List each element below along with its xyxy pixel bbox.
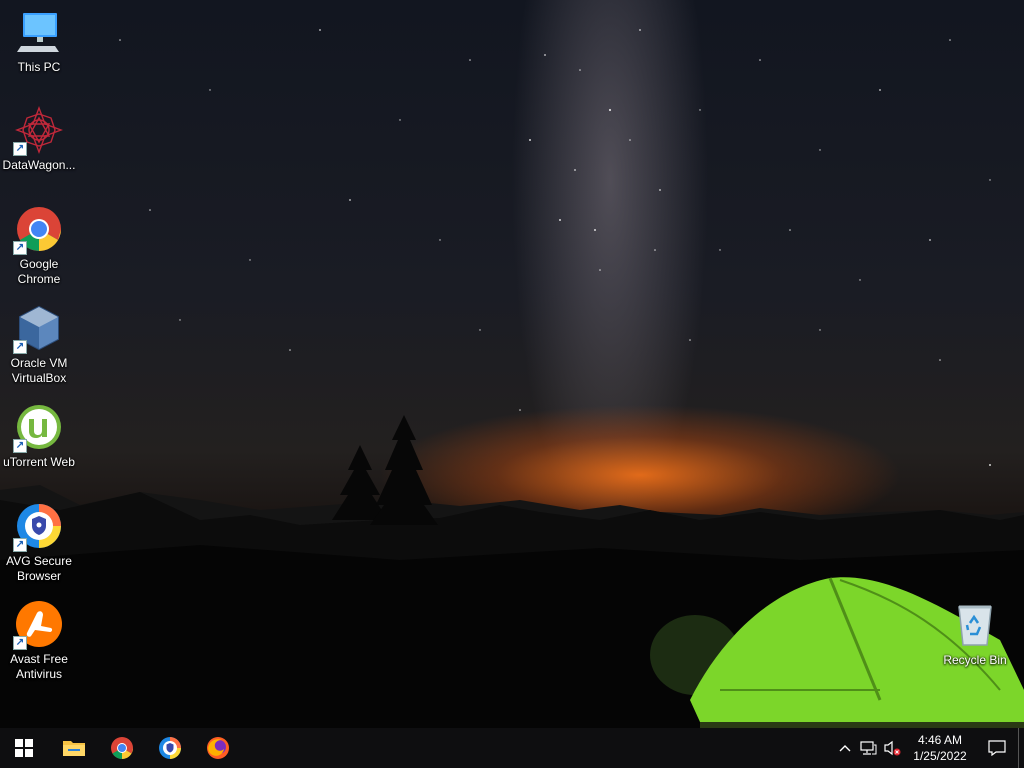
desktop-icon-label: Avast Free Antivirus [10,652,68,681]
chevron-up-icon [839,745,851,752]
desktop[interactable]: This PC ↗ DataWagon... ↗ Google Chrome ↗… [0,0,1024,728]
taskbar-firefox[interactable] [194,728,242,768]
computer-icon [15,8,63,56]
taskbar-avg-browser[interactable] [146,728,194,768]
desktop-icon-label: uTorrent Web [3,455,75,469]
chrome-icon [111,737,133,759]
system-tray: 4:46 AM 1/25/2022 [834,728,1024,768]
network-icon [860,741,877,755]
windows-icon [15,739,33,757]
utorrent-icon: ↗ [13,403,63,453]
desktop-icon-avast-free-antivirus[interactable]: ↗ Avast Free Antivirus [0,600,78,682]
desktop-icon-label: AVG Secure Browser [6,554,72,583]
start-button[interactable] [0,728,48,768]
shortcut-arrow-icon: ↗ [13,142,27,156]
desktop-icon-datawagon[interactable]: ↗ DataWagon... [0,106,78,173]
virtualbox-icon: ↗ [13,304,63,354]
folder-icon [63,741,85,756]
datawagon-icon: ↗ [13,106,63,156]
shortcut-arrow-icon: ↗ [13,636,27,650]
clock-time: 4:46 AM [917,733,962,747]
wallpaper-landscape [0,415,1024,728]
desktop-icon-google-chrome[interactable]: ↗ Google Chrome [0,205,78,287]
desktop-icon-utorrent-web[interactable]: ↗ uTorrent Web [0,403,78,470]
clock-date: 1/25/2022 [913,749,967,763]
shortcut-arrow-icon: ↗ [13,241,27,255]
desktop-icon-label: Recycle Bin [943,653,1007,667]
volume-muted-icon [884,740,901,756]
shortcut-arrow-icon: ↗ [13,538,27,552]
desktop-icon-oracle-virtualbox[interactable]: ↗ Oracle VM VirtualBox [0,304,78,386]
desktop-icon-label: Oracle VM VirtualBox [10,356,68,385]
shortcut-arrow-icon: ↗ [13,439,27,453]
avg-browser-icon [159,737,181,759]
recycle-bin-icon [951,601,999,649]
firefox-icon [207,737,229,759]
show-desktop-button[interactable] [1018,728,1024,768]
avg-browser-icon: ↗ [13,502,63,552]
desktop-icon-label: This PC [17,60,61,74]
notification-icon [988,740,1006,756]
chrome-icon: ↗ [13,205,63,255]
taskbar-file-explorer[interactable] [50,728,98,768]
desktop-icon-this-pc[interactable]: This PC [0,8,78,75]
shortcut-arrow-icon: ↗ [13,340,27,354]
show-hidden-icons-button[interactable] [834,728,856,768]
avast-icon: ↗ [13,600,63,650]
taskbar-chrome[interactable] [98,728,146,768]
taskbar: 4:46 AM 1/25/2022 [0,728,1024,768]
action-center-button[interactable] [976,728,1018,768]
desktop-icon-label: DataWagon... [2,158,76,172]
network-button[interactable] [856,728,880,768]
desktop-icon-recycle-bin[interactable]: Recycle Bin [936,601,1014,668]
volume-button[interactable] [880,728,904,768]
desktop-icon-avg-secure-browser[interactable]: ↗ AVG Secure Browser [0,502,78,584]
clock[interactable]: 4:46 AM 1/25/2022 [904,728,976,768]
desktop-icon-label: Google Chrome [17,257,61,286]
